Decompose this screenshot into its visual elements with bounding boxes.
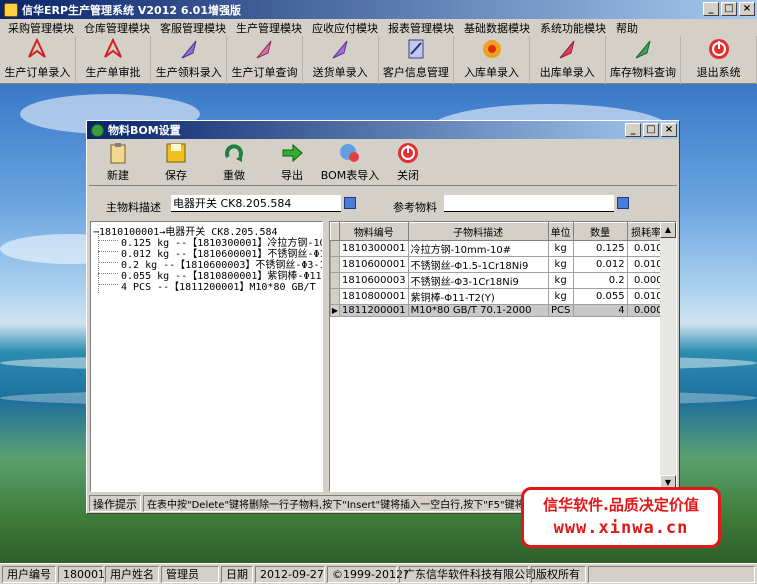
new-button[interactable]: 新建 — [89, 140, 147, 186]
redo-icon — [221, 140, 247, 165]
menu-customer-service[interactable]: 客服管理模块 — [155, 20, 231, 36]
status-bar: 用户编号 180001 用户姓名 管理员 日期 2012-09-27 ©1999… — [0, 563, 757, 584]
status-empty — [588, 565, 755, 583]
user-code-value: 180001 — [58, 565, 105, 583]
ref-material-field[interactable] — [444, 195, 614, 212]
dialog-title-bar: 物料BOM设置 _ □ × — [87, 121, 679, 139]
table-row-selected[interactable]: ▶ 1811200001 M10*80 GB/T 70.1-2000 PCS 4… — [330, 304, 666, 317]
app-title: 信华ERP生产管理系统 V2012 6.01增强版 — [22, 3, 241, 17]
export-button[interactable]: 导出 — [263, 140, 321, 186]
grid-header-qty[interactable]: 数量 — [572, 222, 628, 241]
user-name-value: 管理员 — [161, 565, 219, 583]
stock-out-entry-button[interactable]: 出库单录入 — [530, 36, 606, 84]
rights-reserved: 版权所有 — [531, 565, 586, 583]
menu-production[interactable]: 生产管理模块 — [231, 20, 307, 36]
save-icon — [163, 140, 189, 165]
feather-icon — [630, 36, 656, 61]
maximize-button[interactable]: □ — [721, 2, 737, 16]
dialog-icon — [91, 123, 104, 137]
user-name-label: 用户姓名 — [105, 565, 159, 583]
copyright: ©1999-2012? — [327, 565, 409, 583]
menu-base-data[interactable]: 基础数据模块 — [459, 20, 535, 36]
grid-header-unit[interactable]: 单位 — [547, 222, 574, 241]
redo-button[interactable]: 重做 — [205, 140, 263, 186]
grid-indicator-header — [330, 222, 340, 241]
grid-header-code[interactable]: 物料编号 — [339, 222, 409, 241]
main-toolbar: 生产订单录入 生产单审批 生产领料录入 生产订单查询 送货单录入 客户信息管理 … — [0, 36, 757, 84]
tree-child-node[interactable]: 4 PCS --【1811200001】M10*80 GB/T 70.1-2 — [121, 278, 322, 293]
app-icon — [4, 2, 18, 17]
feather-icon — [176, 36, 202, 61]
production-order-approve-button[interactable]: 生产单审批 — [76, 36, 152, 84]
power-icon — [706, 36, 732, 61]
main-material-lookup-button[interactable] — [344, 197, 356, 209]
row-pointer-icon: ▶ — [330, 304, 340, 317]
dialog-maximize-button[interactable]: □ — [643, 123, 659, 137]
pdf-icon — [100, 36, 126, 61]
ref-material-label: 参考物料 — [393, 201, 437, 214]
dialog-minimize-button[interactable]: _ — [625, 123, 641, 137]
date-value: 2012-09-27 — [255, 565, 325, 583]
customer-info-button[interactable]: 客户信息管理 — [379, 36, 455, 84]
power-icon — [395, 140, 421, 165]
dialog-title: 物料BOM设置 — [108, 124, 181, 137]
menu-accounts[interactable]: 应收应付模块 — [307, 20, 383, 36]
minimize-button[interactable]: _ — [703, 2, 719, 16]
banner-slogan: 信华软件.品质决定价值 — [543, 496, 699, 514]
company-name: 广东信华软件科技有限公司 — [399, 565, 536, 583]
exit-system-button[interactable]: 退出系统 — [681, 36, 757, 84]
bom-import-button[interactable]: BOM表导入 — [321, 140, 379, 186]
scroll-up-icon[interactable]: ▲ — [660, 222, 676, 238]
bom-settings-dialog: 物料BOM设置 _ □ × 新建 保存 重做 导出 BOM表导入 关闭 主物料描… — [86, 120, 680, 514]
delivery-note-entry-button[interactable]: 送货单录入 — [303, 36, 379, 84]
main-material-label: 主物料描述 — [106, 201, 161, 214]
banner-website: www.xinwa.cn — [553, 518, 689, 538]
feather-icon — [554, 36, 580, 61]
save-button[interactable]: 保存 — [147, 140, 205, 186]
app-title-bar: 信华ERP生产管理系统 V2012 6.01增强版 _ □ × — [0, 0, 757, 19]
dialog-toolbar: 新建 保存 重做 导出 BOM表导入 关闭 — [89, 140, 677, 186]
user-code-label: 用户编号 — [2, 565, 56, 583]
menu-warehouse[interactable]: 仓库管理模块 — [79, 20, 155, 36]
bom-grid: 物料编号 子物料描述 单位 数量 损耗率 1810300001 冷拉方钢-10m… — [329, 221, 677, 492]
clipboard-icon — [105, 140, 131, 165]
menu-system[interactable]: 系统功能模块 — [535, 20, 611, 36]
feather-icon — [251, 36, 277, 61]
inventory-query-button[interactable]: 库存物料查询 — [606, 36, 682, 84]
main-material-field[interactable]: 电器开关 CK8.205.584 — [171, 195, 341, 212]
menu-purchase[interactable]: 采购管理模块 — [3, 20, 79, 36]
bom-tree[interactable]: −1810100001→电器开关 CK8.205.584 0.125 kg --… — [90, 221, 323, 492]
grid-header-desc[interactable]: 子物料描述 — [407, 222, 549, 241]
pdf-icon — [24, 36, 50, 61]
dialog-close-button[interactable]: × — [661, 123, 677, 137]
feather-icon — [327, 36, 353, 61]
flower-icon — [479, 36, 505, 61]
arrow-right-icon — [279, 140, 305, 165]
grid-vertical-scrollbar[interactable]: ▲ ▼ — [660, 222, 676, 491]
document-icon — [403, 36, 429, 61]
close-dialog-button[interactable]: 关闭 — [379, 140, 437, 186]
close-button[interactable]: × — [739, 2, 755, 16]
table-row[interactable]: 1810300001 冷拉方钢-10mm-10# kg 0.125 0.010 — [330, 240, 666, 257]
table-row[interactable]: 1810800001 紫铜棒-Φ11-T2(Y) kg 0.055 0.010 — [330, 288, 666, 305]
hint-label: 操作提示 — [89, 495, 141, 512]
table-row[interactable]: 1810600003 不锈钢丝-Φ3-1Cr18Ni9 kg 0.2 0.000 — [330, 272, 666, 289]
date-label: 日期 — [221, 565, 253, 583]
table-row[interactable]: 1810600001 不锈钢丝-Φ1.5-1Cr18Ni9 kg 0.012 0… — [330, 256, 666, 273]
production-order-query-button[interactable]: 生产订单查询 — [227, 36, 303, 84]
menu-bar: 采购管理模块 仓库管理模块 客服管理模块 生产管理模块 应收应付模块 报表管理模… — [0, 19, 757, 36]
menu-help[interactable]: 帮助 — [611, 20, 643, 36]
ref-material-lookup-button[interactable] — [617, 197, 629, 209]
promo-banner: 信华软件.品质决定价值 www.xinwa.cn — [521, 487, 721, 548]
production-order-entry-button[interactable]: 生产订单录入 — [0, 36, 76, 84]
material-requisition-button[interactable]: 生产领料录入 — [151, 36, 228, 84]
material-fields: 主物料描述 电器开关 CK8.205.584 参考物料 — [89, 189, 677, 217]
stock-in-entry-button[interactable]: 入库单录入 — [454, 36, 530, 84]
menu-reports[interactable]: 报表管理模块 — [383, 20, 459, 36]
import-icon — [337, 140, 363, 165]
